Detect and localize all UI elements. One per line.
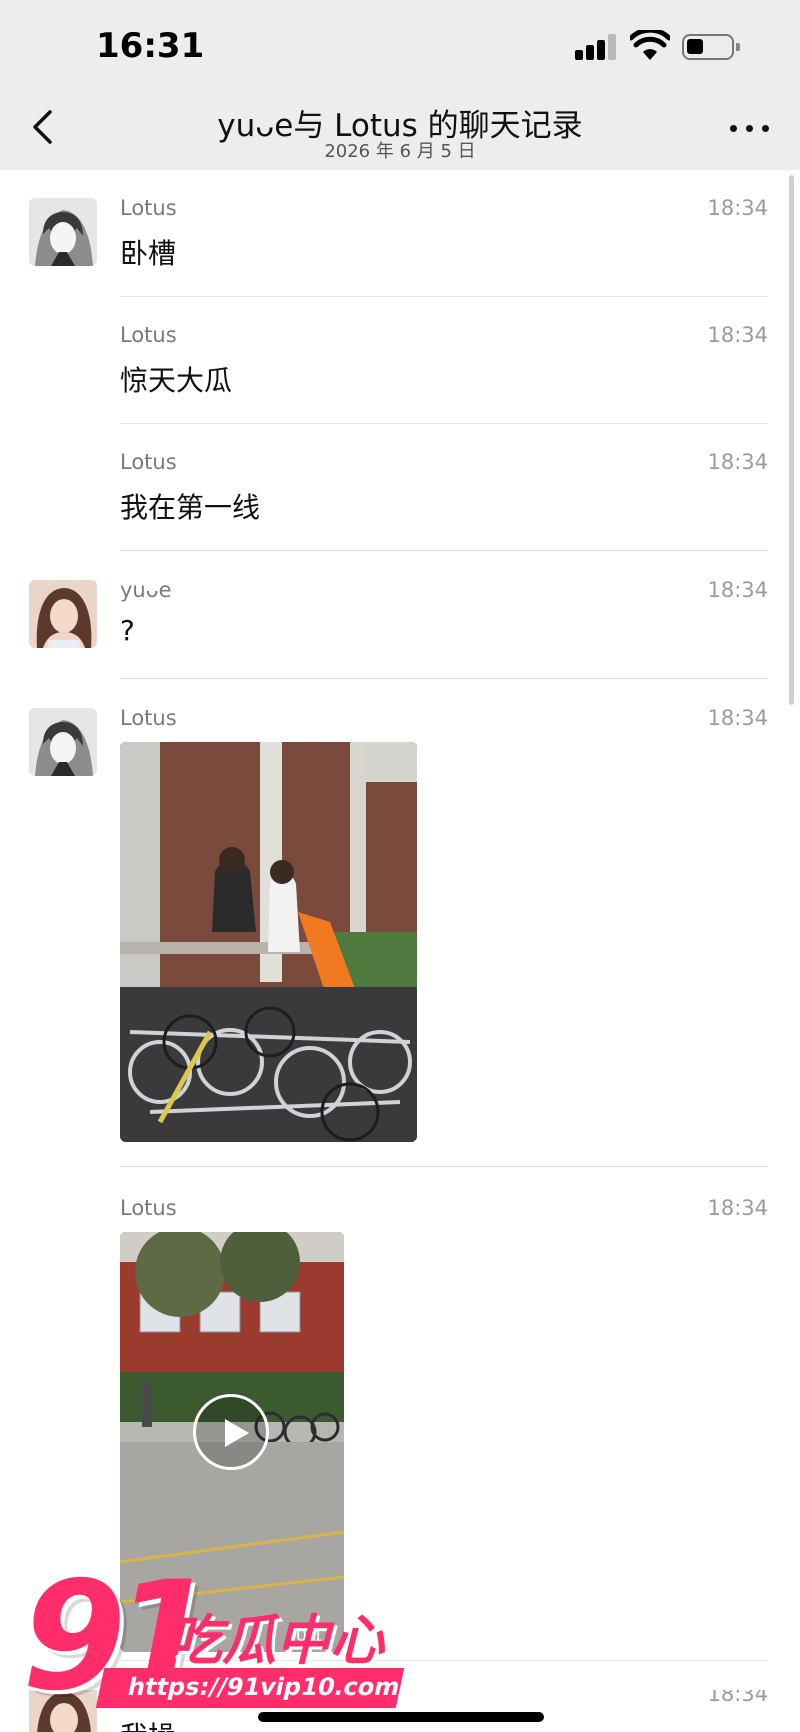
message-text[interactable]: 卧槽 xyxy=(120,232,176,272)
message-text[interactable]: 惊天大瓜 xyxy=(120,359,232,399)
message-time: 18:34 xyxy=(707,1690,768,1706)
message-time: 18:34 xyxy=(707,706,768,730)
divider xyxy=(120,550,768,551)
watermark-brand: 吃瓜中心 xyxy=(168,1609,384,1672)
image-attachment[interactable] xyxy=(120,742,417,1142)
more-icon[interactable] xyxy=(724,112,776,142)
message-text[interactable]: ? xyxy=(120,614,135,647)
sender-name: Lotus xyxy=(120,450,177,474)
avatar-yuve[interactable] xyxy=(29,580,97,648)
avatar-lotus[interactable] xyxy=(29,198,97,266)
home-indicator[interactable] xyxy=(258,1712,544,1722)
sender-name: Lotus xyxy=(120,706,177,730)
chat-date: 2026 年 6 月 5 日 xyxy=(324,141,476,162)
wifi-icon xyxy=(630,30,670,60)
header-bar: 16:31 yuᴗe与 Lotus 的聊天记录 2026 年 6 月 5 日 xyxy=(0,0,800,170)
divider xyxy=(120,678,768,679)
divider xyxy=(120,296,768,297)
divider xyxy=(120,423,768,424)
signal-icon xyxy=(575,34,617,60)
message-time: 18:34 xyxy=(707,450,768,474)
message-time: 18:34 xyxy=(707,196,768,220)
message-time: 18:34 xyxy=(707,578,768,602)
avatar-lotus[interactable] xyxy=(29,708,97,776)
battery-icon xyxy=(682,34,740,60)
message-time: 18:34 xyxy=(707,1196,768,1220)
sender-name: yuᴗe xyxy=(120,578,172,602)
message-time: 18:34 xyxy=(707,323,768,347)
sender-name: Lotus xyxy=(120,323,177,347)
sender-name: Lotus xyxy=(120,196,177,220)
status-time: 16:31 xyxy=(96,26,205,66)
divider xyxy=(120,1166,768,1167)
message-text[interactable]: 我在第一线 xyxy=(120,486,260,526)
play-icon[interactable] xyxy=(193,1394,269,1470)
watermark-url: https://91vip10.com xyxy=(95,1668,405,1708)
sender-name: Lotus xyxy=(120,1196,177,1220)
scrollbar[interactable] xyxy=(789,175,794,705)
